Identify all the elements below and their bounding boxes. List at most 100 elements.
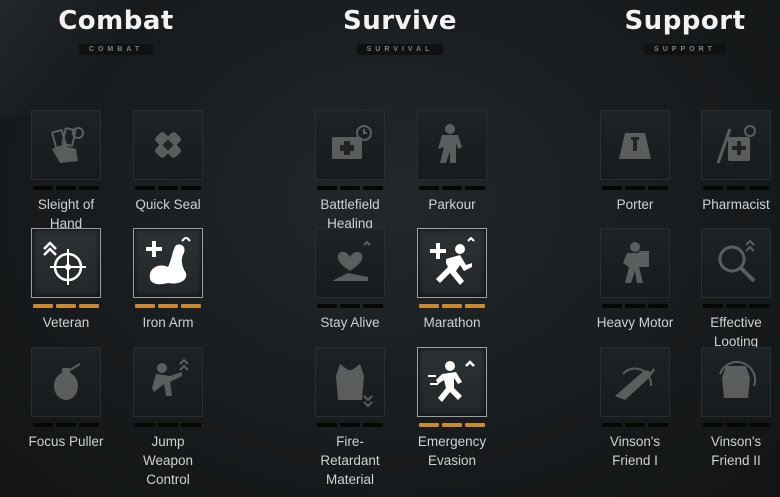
- level-bar: [749, 186, 769, 190]
- perk-heavy-motor[interactable]: Heavy Motor: [585, 228, 685, 332]
- perk-veteran[interactable]: Veteran: [16, 228, 116, 332]
- level-bars: [118, 423, 218, 427]
- column-header-survive: Survive SURVIVAL: [300, 4, 500, 56]
- level-bar: [79, 186, 99, 190]
- level-bar: [726, 186, 746, 190]
- column-header-support: Support SUPPORT: [585, 4, 780, 56]
- perk-label: Iron Arm: [142, 315, 194, 330]
- level-bars: [402, 304, 502, 308]
- magnifier-icon: [718, 239, 756, 283]
- level-bar: [625, 304, 645, 308]
- perk-vinsons-friend-2[interactable]: Vinson's Friend II: [686, 347, 780, 470]
- perk-tile[interactable]: [417, 228, 487, 298]
- perk-tile[interactable]: [701, 110, 771, 180]
- perk-tile[interactable]: [315, 110, 385, 180]
- perk-tile[interactable]: [600, 347, 670, 417]
- level-bar: [648, 423, 668, 427]
- perk-pharmacist[interactable]: Pharmacist: [686, 110, 780, 214]
- level-bar: [317, 423, 337, 427]
- running-man-icon: [430, 237, 475, 285]
- column-title: Survive: [343, 6, 457, 36]
- perk-jump-weapon-control[interactable]: Jump Weapon Control: [118, 347, 218, 489]
- perk-stay-alive[interactable]: Stay Alive: [300, 228, 400, 332]
- perk-tile[interactable]: [417, 110, 487, 180]
- level-bar: [135, 186, 155, 190]
- perk-vinsons-friend-1[interactable]: Vinson's Friend I: [585, 347, 685, 470]
- perk-fire-retardant-material[interactable]: Fire- Retardant Material: [300, 347, 400, 489]
- perk-label: Vinson's Friend I: [609, 434, 661, 468]
- sprinting-man-icon: [428, 360, 475, 402]
- level-bar: [465, 304, 485, 308]
- level-bar: [317, 186, 337, 190]
- perk-marathon[interactable]: Marathon: [402, 228, 502, 332]
- column-subtitle: COMBAT: [78, 44, 154, 55]
- vest-icon: [336, 364, 373, 408]
- flexed-arm-icon: [146, 237, 191, 285]
- level-bars: [585, 423, 685, 427]
- perk-label: Marathon: [423, 315, 481, 330]
- perk-focus-puller[interactable]: Focus Puller: [16, 347, 116, 451]
- perk-tile[interactable]: [31, 347, 101, 417]
- perk-tile[interactable]: [31, 228, 101, 298]
- level-bar: [465, 423, 485, 427]
- perk-label: Vinson's Friend II: [710, 434, 762, 468]
- perk-tile[interactable]: [315, 228, 385, 298]
- wounded-heart-icon: [332, 240, 371, 281]
- level-bar: [363, 304, 383, 308]
- perk-tile[interactable]: [600, 228, 670, 298]
- level-bar: [340, 304, 360, 308]
- armor-icon: [719, 361, 757, 398]
- syringe-medbox-icon: [716, 125, 756, 164]
- level-bar: [158, 186, 178, 190]
- perk-tile[interactable]: [701, 228, 771, 298]
- perk-tile[interactable]: [315, 347, 385, 417]
- level-bar: [625, 423, 645, 427]
- level-bar: [135, 423, 155, 427]
- level-bars: [118, 186, 218, 190]
- perk-tile[interactable]: [133, 347, 203, 417]
- perk-label: Porter: [616, 197, 654, 212]
- level-bars: [16, 423, 116, 427]
- jumping-soldier-icon: [152, 358, 189, 396]
- level-bar: [340, 186, 360, 190]
- level-bars: [585, 186, 685, 190]
- level-bars: [300, 304, 400, 308]
- level-bar: [158, 304, 178, 308]
- level-bar: [33, 304, 53, 308]
- perk-battlefield-healing[interactable]: Battlefield Healing: [300, 110, 400, 233]
- level-bar: [648, 186, 668, 190]
- level-bar: [56, 186, 76, 190]
- level-bar: [442, 186, 462, 190]
- perk-tile[interactable]: [701, 347, 771, 417]
- level-bars: [300, 186, 400, 190]
- perk-parkour[interactable]: Parkour: [402, 110, 502, 214]
- level-bar: [363, 423, 383, 427]
- perk-effective-looting[interactable]: Effective Looting: [686, 228, 780, 351]
- perk-sleight-of-hand[interactable]: Sleight of Hand: [16, 110, 116, 233]
- level-bar: [181, 423, 201, 427]
- perk-tile[interactable]: [417, 347, 487, 417]
- grenade-hand-icon: [54, 363, 81, 400]
- level-bar: [749, 304, 769, 308]
- perk-emergency-evasion[interactable]: Emergency Evasion: [402, 347, 502, 470]
- perk-label: Jump Weapon Control: [142, 434, 194, 487]
- level-bar: [79, 423, 99, 427]
- column-subtitle: SUPPORT: [644, 44, 726, 55]
- perk-iron-arm[interactable]: Iron Arm: [118, 228, 218, 332]
- perk-tile[interactable]: [600, 110, 670, 180]
- level-bar: [135, 304, 155, 308]
- column-title: Combat: [58, 6, 174, 36]
- perk-quick-seal[interactable]: Quick Seal: [118, 110, 218, 214]
- level-bar: [602, 186, 622, 190]
- perk-tile[interactable]: [31, 110, 101, 180]
- perk-tile[interactable]: [133, 110, 203, 180]
- level-bar: [419, 423, 439, 427]
- perk-porter[interactable]: Porter: [585, 110, 685, 214]
- weight-icon: [619, 133, 651, 159]
- perk-label: Focus Puller: [28, 434, 104, 449]
- level-bar: [340, 423, 360, 427]
- perk-tile[interactable]: [133, 228, 203, 298]
- level-bar: [726, 304, 746, 308]
- level-bar: [33, 423, 53, 427]
- level-bar: [726, 423, 746, 427]
